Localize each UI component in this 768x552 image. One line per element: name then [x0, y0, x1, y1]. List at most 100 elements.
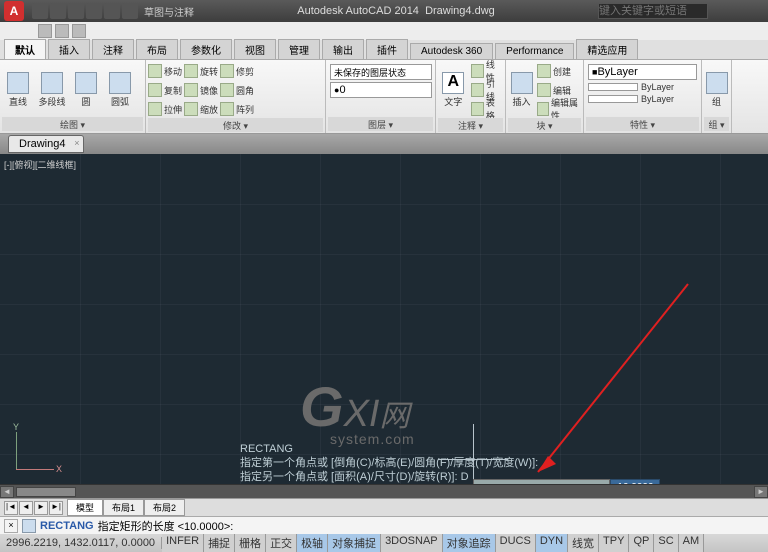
toggle-3dosnap[interactable]: 3DOSNAP	[381, 534, 443, 552]
command-line[interactable]: × RECTANG 指定矩形的长度 <10.0000>:	[0, 516, 768, 534]
scale-button[interactable]: 缩放	[184, 100, 218, 118]
qat-save-icon[interactable]	[68, 3, 84, 19]
toggle-lwt[interactable]: 线宽	[568, 534, 599, 552]
mirror-button[interactable]: 镜像	[184, 81, 218, 99]
stretch-button[interactable]: 拉伸	[148, 100, 182, 118]
lineweight-swatch	[588, 83, 638, 91]
insert-block-button[interactable]: 插入	[508, 72, 535, 108]
move-button[interactable]: 移动	[148, 62, 182, 80]
panel-modify-title[interactable]: 修改 ▾	[148, 118, 323, 132]
linetype-combo[interactable]: ByLayer	[641, 94, 674, 104]
dynamic-input-field[interactable]: 10.0000	[610, 479, 660, 484]
toggle-am[interactable]: AM	[679, 534, 705, 552]
qat-open-icon[interactable]	[50, 3, 66, 19]
app-logo[interactable]: A	[4, 1, 24, 21]
help-search-input[interactable]	[598, 3, 708, 19]
quick-access-toolbar	[32, 3, 138, 19]
help-icon[interactable]	[72, 24, 86, 38]
tab-output[interactable]: 输出	[322, 39, 364, 59]
toggle-ducs[interactable]: DUCS	[496, 534, 536, 552]
cmdline-close-icon[interactable]: ×	[4, 519, 18, 533]
edit-attr-button[interactable]: 编辑属性	[537, 100, 581, 118]
linetype-swatch	[588, 95, 638, 103]
layer-current-combo[interactable]: ● 0	[330, 82, 432, 98]
insert-icon	[511, 72, 533, 94]
text-button[interactable]: A文字	[438, 72, 469, 108]
close-icon[interactable]: ×	[74, 138, 79, 148]
tab-insert[interactable]: 插入	[48, 39, 90, 59]
exchange-icon[interactable]	[55, 24, 69, 38]
layout2-tab[interactable]: 布局2	[144, 499, 185, 516]
scroll-thumb[interactable]	[16, 487, 76, 497]
panel-props-title[interactable]: 特性 ▾	[586, 117, 699, 131]
toggle-polar[interactable]: 极轴	[297, 534, 328, 552]
qat-new-icon[interactable]	[32, 3, 48, 19]
tab-performance[interactable]: Performance	[495, 43, 574, 59]
title-extra-icons	[38, 24, 86, 38]
color-combo[interactable]: ■ ByLayer	[588, 64, 697, 80]
last-tab-icon[interactable]: ►|	[49, 501, 63, 515]
tab-view[interactable]: 视图	[234, 39, 276, 59]
scroll-right-icon[interactable]: ►	[754, 486, 768, 498]
cmdline-command: RECTANG	[40, 520, 94, 532]
toggle-otrack[interactable]: 对象追踪	[443, 534, 496, 552]
doc-tab-drawing4[interactable]: Drawing4×	[8, 135, 84, 153]
tab-featured[interactable]: 精选应用	[576, 39, 638, 59]
trim-button[interactable]: 修剪	[220, 62, 254, 80]
toggle-infer[interactable]: INFER	[162, 534, 204, 552]
workspace-label[interactable]: 草图与注释	[144, 4, 194, 19]
lineweight-combo[interactable]: ByLayer	[641, 82, 674, 92]
array-icon	[220, 102, 234, 116]
title-text: Autodesk AutoCAD 2014 Drawing4.dwg	[194, 5, 598, 17]
toggle-grid[interactable]: 栅格	[235, 534, 266, 552]
signin-icon[interactable]	[38, 24, 52, 38]
ucs-icon[interactable]: YX	[16, 432, 17, 470]
panel-annot-title[interactable]: 注释 ▾	[438, 118, 503, 132]
rotate-button[interactable]: 旋转	[184, 62, 218, 80]
toggle-osnap[interactable]: 对象捕捉	[328, 534, 381, 552]
toggle-ortho[interactable]: 正交	[266, 534, 297, 552]
polyline-button[interactable]: 多段线	[36, 72, 68, 108]
circle-button[interactable]: 圆	[70, 72, 102, 108]
viewport-label[interactable]: [-][俯视][二维线框]	[4, 158, 76, 171]
panel-draw-title[interactable]: 绘图 ▾	[2, 117, 143, 131]
layer-state-combo[interactable]: 未保存的图层状态	[330, 64, 432, 80]
fillet-button[interactable]: 圆角	[220, 81, 254, 99]
status-bar: 2996.2219, 1432.0117, 0.0000 INFER 捕捉 栅格…	[0, 534, 768, 552]
text-icon: A	[442, 72, 464, 94]
qat-plot-icon[interactable]	[122, 3, 138, 19]
arc-button[interactable]: 圆弧	[104, 72, 136, 108]
tab-a360[interactable]: Autodesk 360	[410, 43, 493, 59]
qat-redo-icon[interactable]	[104, 3, 120, 19]
copy-button[interactable]: 复制	[148, 81, 182, 99]
drawing-canvas[interactable]: [-][俯视][二维线框] GXI网 system.com 指定矩形的长度 <1…	[0, 154, 768, 484]
line-button[interactable]: 直线	[2, 72, 34, 108]
tab-layout[interactable]: 布局	[136, 39, 178, 59]
tab-default[interactable]: 默认	[4, 39, 46, 59]
panel-block-title[interactable]: 块 ▾	[508, 118, 581, 132]
table-button[interactable]: 表格	[471, 100, 503, 118]
panel-group-title[interactable]: 组 ▾	[704, 117, 729, 131]
prev-tab-icon[interactable]: ◄	[19, 501, 33, 515]
tab-annotate[interactable]: 注释	[92, 39, 134, 59]
tab-manage[interactable]: 管理	[278, 39, 320, 59]
group-button[interactable]: 组	[704, 72, 729, 108]
scroll-left-icon[interactable]: ◄	[0, 486, 14, 498]
array-button[interactable]: 阵列	[220, 100, 254, 118]
layout1-tab[interactable]: 布局1	[103, 499, 144, 516]
coordinates[interactable]: 2996.2219, 1432.0117, 0.0000	[0, 537, 162, 549]
qat-undo-icon[interactable]	[86, 3, 102, 19]
create-block-button[interactable]: 创建	[537, 62, 581, 80]
first-tab-icon[interactable]: |◄	[4, 501, 18, 515]
tab-parametric[interactable]: 参数化	[180, 39, 232, 59]
toggle-snap[interactable]: 捕捉	[204, 534, 235, 552]
panel-layers-title[interactable]: 图层 ▾	[328, 117, 433, 131]
next-tab-icon[interactable]: ►	[34, 501, 48, 515]
toggle-qp[interactable]: QP	[629, 534, 654, 552]
toggle-dyn[interactable]: DYN	[536, 534, 568, 552]
model-tab[interactable]: 模型	[67, 499, 103, 516]
h-scrollbar[interactable]: ◄ ►	[0, 484, 768, 498]
toggle-tpy[interactable]: TPY	[599, 534, 629, 552]
tab-plugins[interactable]: 插件	[366, 39, 408, 59]
toggle-sc[interactable]: SC	[654, 534, 678, 552]
